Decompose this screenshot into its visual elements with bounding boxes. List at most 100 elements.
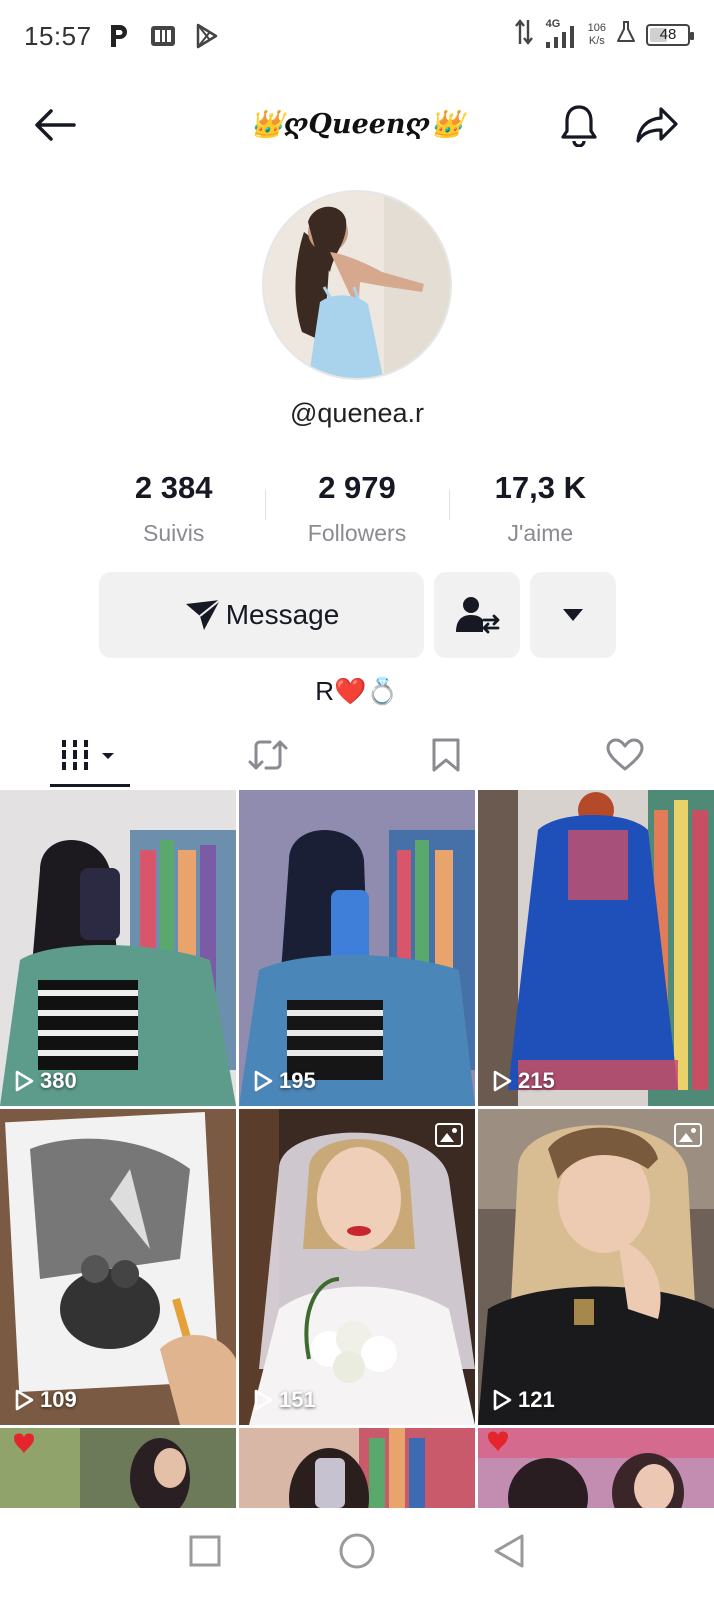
battery-level: 48 xyxy=(659,26,677,43)
view-count-value: 109 xyxy=(40,1387,77,1412)
square-icon xyxy=(189,1535,221,1567)
flask-icon xyxy=(616,20,636,49)
message-button[interactable]: Message xyxy=(99,572,424,658)
stat-divider xyxy=(448,490,450,520)
view-count: 109 xyxy=(14,1387,77,1413)
video-thumbnail xyxy=(478,1428,714,1518)
view-count-value: 121 xyxy=(518,1387,555,1412)
video-tile[interactable]: 195 xyxy=(239,790,475,1106)
view-count: 195 xyxy=(253,1068,316,1094)
video-thumbnail xyxy=(0,1109,236,1425)
view-count: 121 xyxy=(492,1387,555,1413)
heart-icon xyxy=(606,738,644,771)
pdf-app-icon xyxy=(150,23,176,49)
friends-button[interactable] xyxy=(434,572,520,658)
repost-icon xyxy=(248,740,288,770)
status-bar: 15:57 4G 106 K/s 48 xyxy=(0,0,714,72)
video-tile[interactable] xyxy=(239,1428,475,1518)
data-transfer-icon xyxy=(514,18,534,51)
play-icon xyxy=(15,1070,34,1092)
video-tile[interactable]: 215 xyxy=(478,790,714,1106)
profile-display-name: 👑ღQueenღ👑 xyxy=(250,109,464,140)
profile-actions: Message xyxy=(99,572,616,658)
username: @quenea.r xyxy=(290,398,424,428)
play-store-icon xyxy=(194,23,220,49)
share-arrow-icon xyxy=(636,107,678,143)
triangle-back-icon xyxy=(494,1534,524,1568)
photo-tile[interactable]: 121 xyxy=(478,1109,714,1425)
notifications-button[interactable] xyxy=(552,98,606,152)
view-count: 151 xyxy=(253,1387,316,1413)
tab-reposts[interactable] xyxy=(179,722,358,788)
following-count: 2 384 xyxy=(134,470,213,505)
profile-avatar[interactable] xyxy=(262,190,452,380)
speed-unit: K/s xyxy=(588,34,605,47)
bell-icon xyxy=(561,105,597,147)
videos-grid-icon xyxy=(60,740,115,770)
signal-4g-icon: 4G xyxy=(544,18,578,50)
video-tile[interactable] xyxy=(478,1428,714,1518)
user-switch-icon xyxy=(456,597,500,634)
battery-icon: 48 xyxy=(646,23,694,46)
active-tab-indicator xyxy=(50,784,130,787)
system-nav-bar xyxy=(0,1508,714,1599)
back-nav-button[interactable] xyxy=(492,1533,526,1574)
speed-value: 106 xyxy=(587,21,606,34)
photo-thumbnail xyxy=(478,1109,714,1425)
following-label: Suivis xyxy=(142,520,205,546)
status-time: 15:57 xyxy=(24,20,92,51)
bookmark-icon xyxy=(432,738,460,772)
video-thumbnail xyxy=(0,790,236,1106)
stat-followers[interactable]: 2 979 Followers xyxy=(265,470,448,550)
stat-following[interactable]: 2 384 Suivis xyxy=(82,470,265,550)
video-tile[interactable] xyxy=(0,1428,236,1518)
play-icon xyxy=(254,1389,273,1411)
video-thumbnail xyxy=(0,1428,236,1518)
view-count: 380 xyxy=(14,1068,77,1094)
video-thumbnail xyxy=(478,790,714,1106)
play-icon xyxy=(15,1389,34,1411)
more-options-button[interactable] xyxy=(530,572,616,658)
share-button[interactable] xyxy=(630,98,684,152)
recents-button[interactable] xyxy=(188,1534,222,1573)
parking-app-icon xyxy=(106,23,132,49)
stat-divider xyxy=(265,490,267,520)
video-grid: 380 195 215 109 151 121 xyxy=(0,790,714,1518)
video-tile[interactable]: 380 xyxy=(0,790,236,1106)
photo-tile[interactable]: 151 xyxy=(239,1109,475,1425)
likes-label: J'aime xyxy=(507,520,574,546)
followers-count: 2 979 xyxy=(318,470,396,505)
play-icon xyxy=(493,1389,512,1411)
view-count-value: 195 xyxy=(279,1068,316,1093)
caret-down-icon xyxy=(563,609,583,621)
video-thumbnail xyxy=(239,1428,475,1518)
profile-stats: 2 384 Suivis 2 979 Followers 17,3 K J'ai… xyxy=(82,470,632,550)
view-count: 215 xyxy=(492,1068,555,1094)
followers-label: Followers xyxy=(307,520,407,546)
tab-liked[interactable] xyxy=(536,722,714,788)
play-icon xyxy=(493,1070,512,1092)
tab-favorites[interactable] xyxy=(357,722,536,788)
view-count-value: 380 xyxy=(40,1068,77,1093)
view-count-value: 215 xyxy=(518,1068,555,1093)
video-thumbnail xyxy=(239,790,475,1106)
stat-likes[interactable]: 17,3 K J'aime xyxy=(448,470,632,550)
likes-count: 17,3 K xyxy=(494,470,586,505)
circle-icon xyxy=(339,1533,375,1569)
profile-tabs xyxy=(0,722,714,788)
home-button[interactable] xyxy=(338,1532,376,1575)
network-speed: 106 K/s xyxy=(588,22,606,48)
profile-bio: R❤️💍 xyxy=(315,676,399,706)
video-tile[interactable]: 109 xyxy=(0,1109,236,1425)
photo-badge-icon xyxy=(435,1123,463,1147)
message-label: Message xyxy=(225,599,340,630)
play-icon xyxy=(254,1070,273,1092)
avatar-photo xyxy=(264,192,450,378)
send-icon xyxy=(185,599,221,630)
tab-videos[interactable] xyxy=(0,722,179,788)
photo-badge-icon xyxy=(674,1123,702,1147)
status-right: 4G 106 K/s 48 xyxy=(514,18,694,51)
top-nav: 👑ღQueenღ👑 xyxy=(0,90,714,160)
view-count-value: 151 xyxy=(279,1387,316,1412)
photo-thumbnail xyxy=(239,1109,475,1425)
